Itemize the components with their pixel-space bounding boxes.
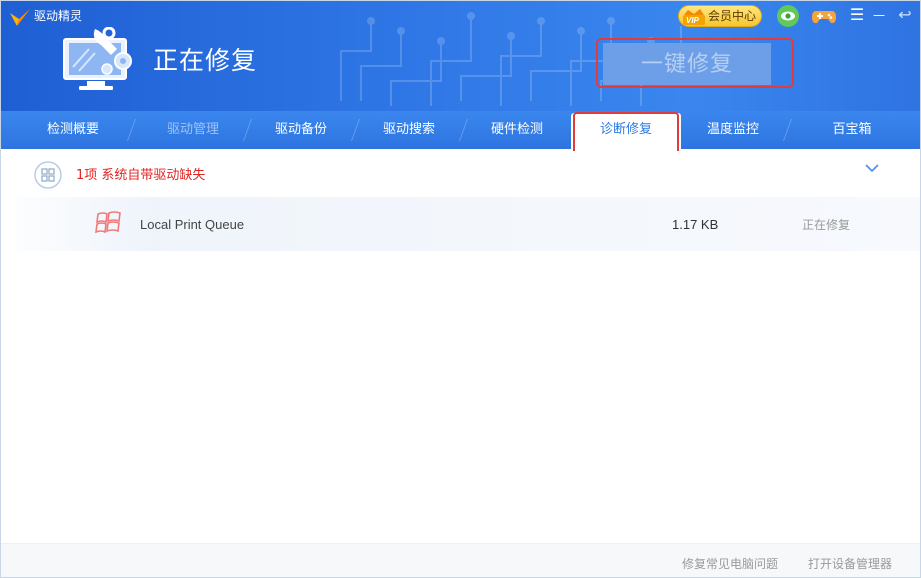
header-banner: 驱动精灵 VIP 会员中心 ☰ — ↩ 正在修复 一键修复 [1,1,920,111]
tab-hardware-detection[interactable]: 硬件检测 [461,111,573,149]
one-click-repair-button[interactable]: 一键修复 [603,43,771,85]
tab-temperature-monitor[interactable]: 温度监控 [677,111,789,149]
tab-driver-search[interactable]: 驱动搜索 [353,111,465,149]
vip-center-label: 会员中心 [708,9,757,23]
minimize-icon[interactable]: — [869,5,889,25]
monitor-wrench-icon [63,27,132,90]
restore-icon[interactable]: ↩ [895,5,915,25]
tab-driver-backup[interactable]: 驱动备份 [245,111,357,149]
fix-common-problems-link[interactable]: 修复常见电脑问题 [682,555,778,572]
group-label: 1项 系统自带驱动缺失 [76,168,206,183]
vip-center-button[interactable]: VIP 会员中心 [678,5,762,27]
vip-badge-text: VIP [686,16,700,25]
tab-driver-management[interactable]: 驱动管理 [137,111,249,149]
tab-detection-overview[interactable]: 检测概要 [17,111,129,149]
driver-size: 1.17 KB [672,217,719,232]
windows-flag-icon [95,211,121,234]
tab-diagnostic-repair[interactable]: 诊断修复 [571,113,681,149]
tab-bar: 检测概要 驱动管理 驱动备份 驱动搜索 硬件检测 诊断修复 温度监控 百宝箱 [1,111,920,149]
driver-name: Local Print Queue [140,217,245,232]
footer-bar: 修复常见电脑问题 打开设备管理器 [1,543,920,577]
page-title: 正在修复 [153,46,258,75]
vip-crown-icon: VIP [683,9,705,25]
driver-status: 正在修复 [802,218,851,232]
app-logo-icon [10,9,30,26]
menu-icon[interactable]: ☰ [847,5,867,25]
windows-logo-icon [34,161,62,189]
chevron-down-icon[interactable] [865,163,879,173]
eye-icon[interactable] [776,4,800,28]
app-window: 驱动精灵 VIP 会员中心 ☰ — ↩ 正在修复 一键修复 检测概要 驱动管理 … [0,0,921,578]
app-name: 驱动精灵 [34,9,83,23]
tab-toolbox[interactable]: 百宝箱 [793,111,911,149]
open-device-manager-link[interactable]: 打开设备管理器 [808,555,892,572]
missing-driver-group-header[interactable]: 1项 系统自带驱动缺失 [1,151,920,197]
driver-list-item[interactable]: Local Print Queue 1.17 KB 正在修复 [16,197,920,251]
gamepad-icon[interactable] [811,4,837,28]
